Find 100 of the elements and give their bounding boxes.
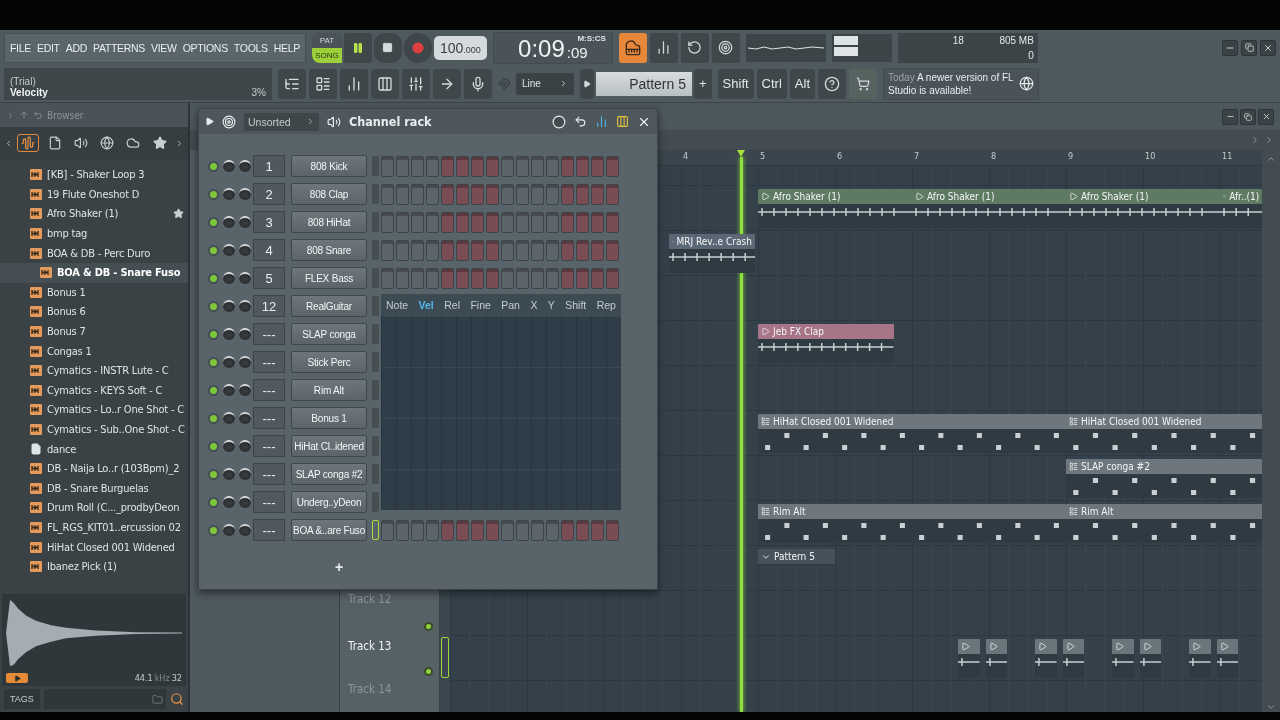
volume-knob[interactable] [223, 468, 235, 480]
channel-name-button[interactable]: Bonus 1 [291, 407, 367, 429]
volume-knob[interactable] [223, 160, 235, 172]
browser-item[interactable]: Cymatics - KEYS Soft - C [0, 380, 188, 401]
browser-item[interactable]: Congas 1 [0, 341, 188, 361]
clip[interactable]: Afro Shaker (1) [1066, 189, 1220, 228]
mixer-track-field[interactable]: --- [253, 379, 285, 401]
mixer-track-field[interactable]: --- [253, 323, 285, 345]
clip[interactable]: Afro Shaker (1) [758, 189, 912, 228]
tags-button[interactable]: TAGS [4, 689, 40, 709]
volume-knob[interactable] [223, 188, 235, 200]
help-button[interactable] [818, 68, 846, 99]
restore-button[interactable] [1240, 108, 1256, 125]
pattern-selector[interactable]: Pattern 5 [596, 71, 692, 96]
clip[interactable]: SLAP conga #2 [1066, 459, 1262, 498]
browser-item[interactable]: Cymatics - Sub..One Shot - C [0, 419, 188, 440]
channel-led[interactable] [209, 274, 217, 282]
menu-item[interactable]: VIEW [150, 41, 178, 54]
channel-name-button[interactable]: 808 Clap [291, 183, 367, 205]
mixer-button[interactable] [402, 68, 430, 99]
mixer-track-field[interactable]: --- [253, 463, 285, 485]
pan-knob[interactable] [239, 300, 251, 312]
waveform-tab[interactable] [17, 134, 40, 152]
graph-tab[interactable]: Vel [416, 299, 436, 311]
channel-name-button[interactable]: SLAP conga [291, 323, 367, 345]
mixer-track-field[interactable]: --- [253, 351, 285, 373]
volume-knob[interactable] [223, 440, 235, 452]
channel-led[interactable] [209, 246, 217, 254]
browser-button[interactable] [278, 68, 306, 99]
mixer-track-field[interactable]: 5 [253, 267, 285, 289]
clip[interactable]: Jeb FX Clap [758, 324, 894, 363]
add-channel-button[interactable]: + [329, 557, 350, 576]
channel-led[interactable] [209, 358, 217, 366]
channel-name-button[interactable]: Stick Perc [291, 351, 367, 373]
snap-dropdown[interactable]: Line [516, 72, 574, 95]
clip[interactable]: HiHat Closed 001 Widened [1066, 414, 1262, 453]
menu-item[interactable]: EDIT [36, 41, 61, 54]
browser-item[interactable]: Drum Roll (C..._prodbyDeon [0, 498, 188, 518]
graph-tab[interactable]: Note [384, 299, 411, 311]
browser-item[interactable]: bmp tag [0, 223, 188, 244]
clip[interactable]: Afro Shaker (1) [912, 189, 1066, 228]
clip[interactable] [1216, 639, 1239, 678]
browser-item[interactable]: HiHat Closed 001 Widened [0, 537, 188, 557]
pan-knob[interactable] [239, 272, 251, 284]
browser-item[interactable]: FL_RGS_KIT01..ercussion 02 [0, 517, 188, 538]
filter-dropdown[interactable]: Unsorted [244, 112, 319, 131]
volume-knob[interactable] [223, 524, 235, 536]
minimize-button[interactable] [1222, 108, 1238, 125]
pan-knob[interactable] [239, 244, 251, 256]
pan-knob[interactable] [239, 496, 251, 508]
channel-name-button[interactable]: FLEX Bass [291, 267, 367, 289]
pan-knob[interactable] [239, 328, 251, 340]
graph-tab[interactable]: Rel [442, 299, 462, 311]
close-button[interactable] [1260, 39, 1276, 56]
pause-button[interactable] [344, 32, 372, 63]
volume-knob[interactable] [223, 216, 235, 228]
piano-roll-button[interactable] [618, 32, 647, 63]
browser-item[interactable]: Afro Shaker (1) [0, 204, 188, 224]
mixer-track-field[interactable]: --- [253, 519, 285, 541]
channel-rack-button[interactable] [309, 68, 337, 99]
mixer-track-field[interactable]: 1 [253, 155, 285, 177]
clip[interactable]: Rim Alt [758, 504, 1066, 543]
mode-switch[interactable]: PAT SONG [312, 32, 342, 63]
playlist-button[interactable] [371, 68, 399, 99]
mixer-track-field[interactable]: 3 [253, 211, 285, 233]
modifier-key-button[interactable]: Shift [717, 68, 754, 99]
step-button[interactable] [649, 32, 678, 63]
channel-led[interactable] [209, 498, 217, 506]
pan-knob[interactable] [239, 468, 251, 480]
volume-knob[interactable] [223, 244, 235, 256]
tags-field[interactable] [43, 689, 166, 709]
browser-item[interactable]: Cymatics - INSTR Lute - C [0, 360, 188, 381]
browser-item[interactable]: dance [0, 439, 188, 459]
channel-select-bar[interactable] [371, 520, 379, 540]
channel-name-button[interactable]: 808 Snare [291, 239, 367, 261]
menu-item[interactable]: ADD [64, 41, 88, 54]
clip[interactable]: MRJ Rev..e Crash [668, 234, 755, 273]
mixer-track-field[interactable]: --- [253, 491, 285, 513]
browser-item[interactable]: [KB] - Shaker Loop 3 [0, 165, 188, 185]
pan-knob[interactable] [239, 440, 251, 452]
browser-item[interactable]: DB - Naija Lo..r (103Bpm)_2 [0, 458, 188, 479]
clip[interactable] [958, 639, 980, 678]
channel-led[interactable] [209, 218, 217, 226]
browser-item[interactable]: BOA & DB - Snare Fuso [0, 262, 188, 283]
arrow-button[interactable] [433, 68, 461, 99]
browser-item[interactable]: BOA & DB - Perc Duro [0, 243, 188, 263]
browser-item[interactable]: Cymatics - Lo..r One Shot - C [0, 400, 188, 420]
clip[interactable]: Rim Alt [1066, 504, 1262, 543]
channel-name-button[interactable]: HiHat Cl..idened [291, 435, 367, 457]
channel-led[interactable] [209, 190, 217, 198]
channel-name-button[interactable]: 808 HiHat [291, 211, 367, 233]
pattern-clip[interactable]: Pattern 5 [758, 549, 835, 565]
minimize-button[interactable] [1222, 39, 1238, 56]
volume-knob[interactable] [223, 496, 235, 508]
channel-name-button[interactable]: SLAP conga #2 [291, 463, 367, 485]
metronome-button[interactable] [711, 32, 740, 63]
graph-tab[interactable]: X [528, 299, 540, 311]
browser-item[interactable]: Bonus 6 [0, 302, 188, 322]
modifier-key-button[interactable]: Alt [789, 68, 815, 99]
menu-item[interactable]: PATTERNS [92, 41, 147, 54]
